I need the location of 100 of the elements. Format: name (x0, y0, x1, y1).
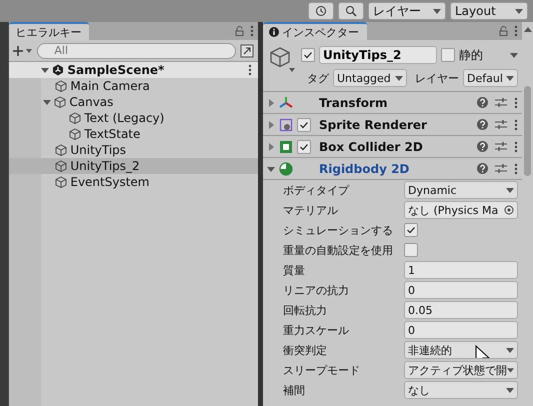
dropdown[interactable]: Dynamic (404, 181, 518, 199)
property-label: リニアの抗力 (283, 282, 350, 298)
history-icon (315, 5, 327, 17)
hierarchy-item[interactable]: Text (Legacy) (9, 110, 258, 126)
static-label: 静的 (459, 46, 483, 64)
help-icon[interactable] (477, 119, 488, 130)
search-button[interactable] (338, 2, 364, 20)
cube-icon (55, 176, 68, 188)
expand-caret-icon[interactable] (43, 98, 52, 106)
enabled-checkbox[interactable] (297, 140, 311, 154)
cube-icon (69, 128, 82, 140)
dropdown[interactable]: レイヤー (368, 2, 446, 20)
scroll-up-icon[interactable] (524, 26, 532, 32)
expand-caret-icon[interactable] (41, 66, 50, 74)
checkbox[interactable] (404, 223, 418, 237)
add-icon[interactable] (13, 44, 34, 56)
property-label: ボディタイプ (283, 182, 350, 198)
expand-caret-icon[interactable] (267, 120, 275, 128)
component-header[interactable]: Rigidbody 2D (263, 158, 522, 180)
component-header[interactable]: Box Collider 2D (263, 136, 522, 158)
enabled-checkbox[interactable] (297, 118, 311, 132)
static-checkbox[interactable] (441, 48, 455, 62)
search-field[interactable]: All (37, 42, 236, 58)
sliders-icon[interactable] (495, 141, 507, 152)
lock-icon[interactable] (499, 26, 508, 36)
number-field[interactable]: 0.05 (404, 301, 518, 319)
dropdown[interactable]: 非連続的 (404, 341, 518, 359)
dropdown[interactable]: なし (404, 381, 518, 399)
cube-icon (69, 112, 82, 124)
hierarchy-tab[interactable]: ヒエラルキー (9, 22, 90, 40)
inspector-tab[interactable]: インスペクター (263, 22, 367, 40)
cube-icon (55, 80, 68, 92)
tag-dropdown[interactable]: Untagged (333, 69, 407, 87)
more-icon[interactable] (514, 162, 518, 174)
dropdown[interactable]: アクティブ状態で開 (404, 361, 518, 379)
tag-label: タグ (307, 70, 329, 86)
dropdown[interactable]: Layout (450, 2, 528, 20)
caret-icon[interactable] (506, 386, 514, 394)
history-button[interactable] (308, 2, 334, 20)
more-icon[interactable] (248, 64, 252, 76)
property-label: 衝突判定 (283, 342, 328, 358)
ball-icon (279, 162, 293, 176)
expand-caret-icon[interactable] (267, 98, 275, 106)
hierarchy-item[interactable]: TextState (9, 126, 258, 142)
more-icon[interactable] (514, 118, 518, 130)
scene-view-icon[interactable] (240, 44, 254, 58)
caret-icon[interactable] (433, 7, 441, 15)
hierarchy-item[interactable]: UnityTips_2 (9, 158, 258, 174)
caret-icon[interactable] (515, 7, 523, 15)
active-checkbox[interactable] (301, 48, 315, 62)
hierarchy-item[interactable]: Canvas (9, 94, 258, 110)
property-label: スリープモード (283, 362, 361, 378)
number-field[interactable]: 1 (404, 261, 518, 279)
hierarchy-item[interactable]: Main Camera (9, 78, 258, 94)
component-header[interactable]: Sprite Renderer (263, 114, 522, 136)
caret-icon[interactable] (506, 186, 514, 194)
property-label: マテリアル (283, 202, 339, 218)
property-label: 重量の自動設定を使用 (283, 242, 394, 258)
cube-icon (55, 160, 68, 172)
help-icon[interactable] (477, 97, 488, 108)
checkmark-icon (303, 50, 313, 60)
caret-icon[interactable] (510, 51, 518, 59)
name-field[interactable]: UnityTips_2 (319, 46, 437, 64)
property-label: 質量 (283, 262, 306, 278)
property-label: シミュレーションする (283, 222, 394, 238)
caret-icon[interactable] (395, 74, 403, 82)
layer-dropdown[interactable]: Defaul (463, 69, 518, 87)
hierarchy-item[interactable]: UnityTips (9, 142, 258, 158)
more-icon[interactable] (514, 96, 518, 108)
sliders-icon[interactable] (495, 119, 507, 130)
axes-icon (279, 96, 293, 110)
help-icon[interactable] (477, 163, 488, 174)
unity-logo-icon (52, 64, 64, 76)
caret-icon[interactable] (506, 74, 514, 82)
target-icon[interactable] (504, 205, 514, 215)
property-label: 補間 (283, 382, 306, 398)
sliders-icon[interactable] (495, 163, 507, 174)
caret-icon[interactable] (506, 346, 514, 354)
expand-caret-icon[interactable] (267, 142, 275, 150)
checkbox[interactable] (404, 243, 418, 257)
number-field[interactable]: 0 (404, 321, 518, 339)
cube-icon (54, 96, 66, 108)
object-field[interactable]: なし (Physics Ma (404, 201, 518, 219)
help-icon[interactable] (477, 141, 488, 152)
checkmark-icon (406, 225, 416, 235)
hierarchy-item[interactable]: EventSystem (9, 174, 258, 190)
sliders-icon[interactable] (495, 97, 507, 108)
expand-caret-icon[interactable] (267, 164, 275, 172)
scene-row[interactable]: SampleScene* (9, 62, 258, 78)
number-field[interactable]: 0 (404, 281, 518, 299)
more-icon[interactable] (250, 25, 254, 37)
more-icon[interactable] (514, 140, 518, 152)
component-header[interactable]: Transform (263, 92, 522, 114)
caret-icon[interactable] (507, 366, 514, 374)
layer-label: レイヤー (415, 70, 459, 86)
sprite-icon (279, 118, 293, 132)
more-icon[interactable] (514, 25, 518, 37)
scrollbar-thumb[interactable] (524, 86, 531, 176)
info-icon (269, 27, 279, 37)
lock-icon[interactable] (235, 26, 244, 36)
